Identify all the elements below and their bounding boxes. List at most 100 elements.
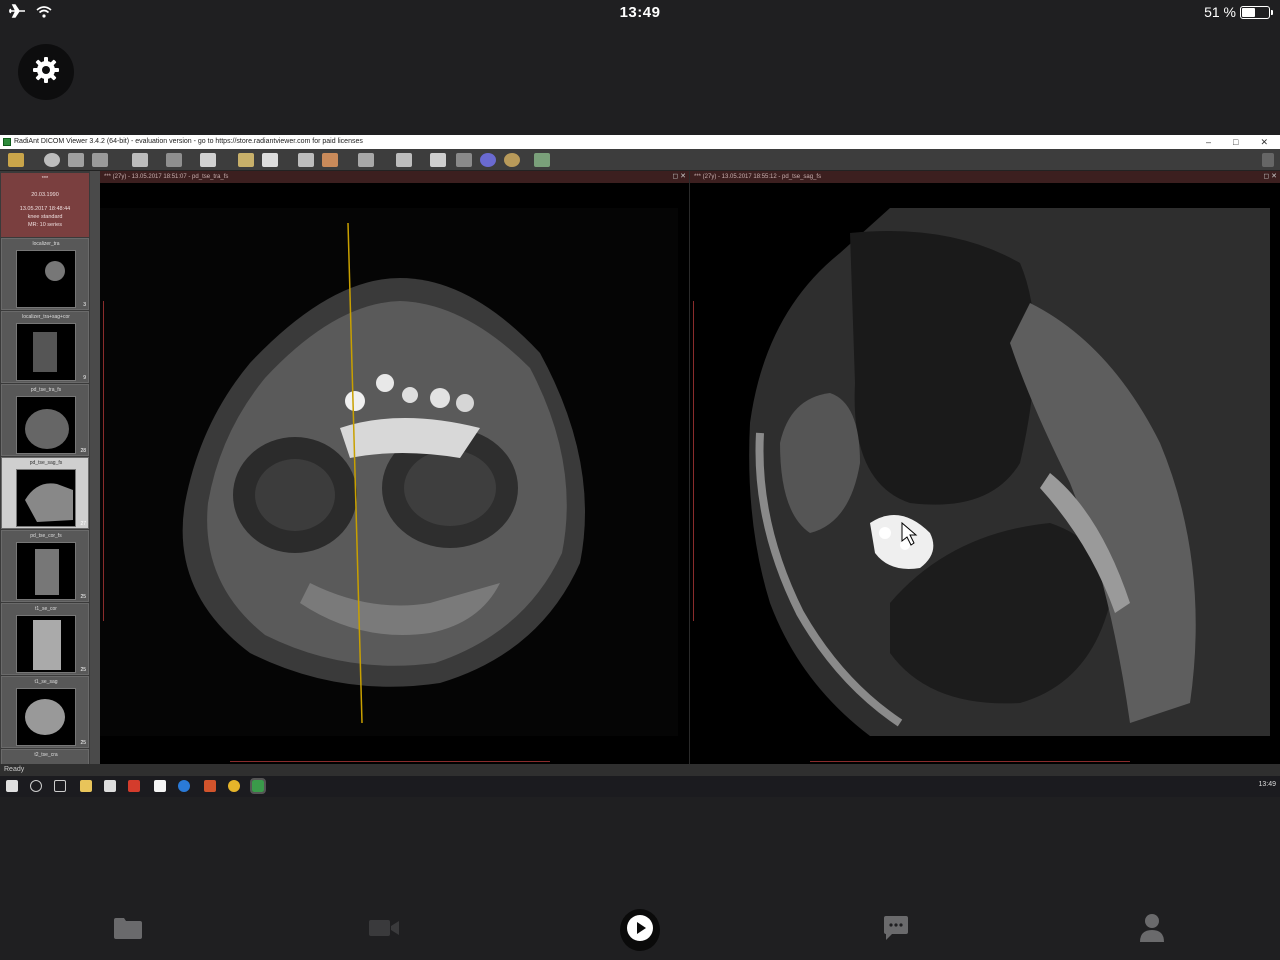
task-view-icon[interactable]	[54, 780, 66, 792]
image-count: 25	[80, 667, 86, 673]
viewport-buttons[interactable]: ◻ ✕	[1263, 171, 1277, 183]
play-icon	[626, 914, 654, 947]
series-item[interactable]: pd_tse_tra_fs 28	[1, 384, 89, 456]
remote-desktop-view[interactable]: RadiAnt DICOM Viewer 3.4.2 (64-bit) - ev…	[0, 135, 1280, 797]
tab-profile[interactable]	[1132, 910, 1172, 950]
chat-bubble-icon	[882, 915, 910, 946]
video-camera-icon	[368, 917, 400, 944]
magic-wand-icon[interactable]	[322, 153, 338, 167]
tab-chat[interactable]	[876, 910, 916, 950]
open-folder-icon[interactable]	[8, 153, 24, 167]
patient-name: ***	[41, 176, 49, 182]
person-icon	[1139, 913, 1165, 948]
series-item[interactable]: t1_se_cor 25	[1, 603, 89, 675]
status-bar: 13:49 51 %	[0, 0, 1280, 26]
windows-taskbar: 13:49	[0, 776, 1280, 797]
film-icon[interactable]	[430, 153, 446, 167]
windows-start-icon[interactable]	[6, 780, 18, 792]
series-thumbnail	[16, 250, 76, 308]
tab-files[interactable]	[108, 910, 148, 950]
search-icon[interactable]	[30, 780, 42, 792]
viewport-info: *** (27y) - 13.05.2017 18:51:07 - pd_tse…	[104, 174, 229, 180]
minimize-button[interactable]: –	[1206, 135, 1211, 149]
close-button[interactable]: ✕	[1260, 135, 1268, 149]
study-description: knee standard	[27, 214, 63, 220]
study-header[interactable]: *** 20.03.1990 13.05.2017 18:48:44 knee …	[1, 173, 89, 237]
text-annotation-icon[interactable]	[200, 153, 216, 167]
disc-icon[interactable]	[44, 153, 60, 167]
angle-tool-icon[interactable]	[396, 153, 412, 167]
layout-grid-icon[interactable]	[132, 153, 148, 167]
image-count: 9	[83, 375, 86, 381]
radiant-app-icon[interactable]	[250, 778, 266, 794]
maximize-button[interactable]: □	[1233, 135, 1238, 149]
image-count: 25	[80, 594, 86, 600]
series-label: pd_tse_sag_fs	[29, 460, 63, 466]
powerpoint-icon[interactable]	[204, 780, 216, 792]
series-scrollbar[interactable]	[90, 171, 100, 764]
taskbar-clock: 13:49	[1258, 781, 1276, 788]
fullscreen-icon[interactable]	[1262, 153, 1274, 167]
tab-video[interactable]	[364, 910, 404, 950]
series-item[interactable]: t1_se_sag 25	[1, 676, 89, 748]
acrobat-icon[interactable]	[128, 780, 140, 792]
battery-icon	[1240, 5, 1273, 19]
viewport-axial[interactable]: *** (27y) - 13.05.2017 18:51:07 - pd_tse…	[100, 171, 689, 764]
window-titlebar: RadiAnt DICOM Viewer 3.4.2 (64-bit) - ev…	[0, 135, 1280, 149]
image-count: 25	[80, 740, 86, 746]
series-label: t1_se_sag	[34, 679, 58, 685]
viewport-header: *** (27y) - 13.05.2017 18:51:07 - pd_tse…	[100, 171, 689, 183]
ios-remote-desktop-screen: 13:49 51 % RadiAnt DICOM Viewer 3.4.2 (6…	[0, 0, 1280, 960]
clock: 13:49	[619, 4, 661, 21]
viewport-sagittal[interactable]: *** (27y) - 13.05.2017 18:55:12 - pd_tse…	[690, 171, 1280, 764]
series-item[interactable]: t2_tse_cra	[1, 749, 89, 764]
series-thumbnail	[16, 542, 76, 600]
viewport-buttons[interactable]: ◻ ✕	[672, 171, 686, 183]
fusion-icon[interactable]	[504, 153, 520, 167]
series-count: MR: 10 series	[28, 222, 62, 228]
ruler-bottom	[810, 761, 1130, 762]
help-icon[interactable]	[534, 153, 550, 167]
birth-date: 20.03.1990	[31, 192, 59, 198]
bottom-tab-bar	[0, 900, 1280, 960]
app-icon	[3, 138, 11, 146]
mpr-icon[interactable]	[456, 153, 472, 167]
measure-line-icon[interactable]	[358, 153, 374, 167]
series-label: localizer_tra+sag+cor	[22, 314, 70, 320]
series-item[interactable]: localizer_tra+sag+cor 9	[1, 311, 89, 383]
series-panel: *** 20.03.1990 13.05.2017 18:48:44 knee …	[0, 171, 90, 764]
series-label: t1_se_cor	[35, 606, 57, 612]
download-icon[interactable]	[68, 153, 84, 167]
play-button[interactable]	[620, 909, 660, 951]
3d-icon[interactable]	[480, 153, 496, 167]
crosshair-icon[interactable]	[298, 153, 314, 167]
mri-axial-image[interactable]	[100, 183, 689, 764]
ruler-left	[103, 301, 104, 621]
window-title: RadiAnt DICOM Viewer 3.4.2 (64-bit) - ev…	[14, 138, 363, 145]
viewport-header: *** (27y) - 13.05.2017 18:55:12 - pd_tse…	[690, 171, 1280, 183]
series-item[interactable]: pd_tse_cor_fs 25	[1, 530, 89, 602]
series-item[interactable]: localizer_tra 3	[1, 238, 89, 310]
gear-icon	[32, 56, 60, 89]
store-icon[interactable]	[104, 780, 116, 792]
viewer-toolbar	[0, 149, 1280, 171]
settings-button[interactable]	[18, 44, 74, 100]
series-thumbnail	[16, 323, 76, 381]
document-icon[interactable]	[154, 780, 166, 792]
save-icon[interactable]	[92, 153, 108, 167]
edge-browser-icon[interactable]	[178, 780, 190, 792]
series-label: pd_tse_cor_fs	[30, 533, 62, 539]
window-level-icon[interactable]	[238, 153, 254, 167]
contrast-icon[interactable]	[262, 153, 278, 167]
link-icon[interactable]	[166, 153, 182, 167]
viewport-info: *** (27y) - 13.05.2017 18:55:12 - pd_tse…	[694, 174, 822, 180]
file-explorer-icon[interactable]	[80, 780, 92, 792]
series-item-selected[interactable]: pd_tse_sag_fs 27	[1, 457, 89, 529]
series-thumbnail	[16, 469, 76, 527]
ruler-bottom	[230, 761, 550, 762]
series-label: pd_tse_tra_fs	[30, 387, 62, 393]
chrome-icon[interactable]	[228, 780, 240, 792]
tab-play[interactable]	[620, 909, 660, 951]
mri-sagittal-image[interactable]	[690, 183, 1280, 764]
series-thumbnail	[16, 688, 76, 746]
